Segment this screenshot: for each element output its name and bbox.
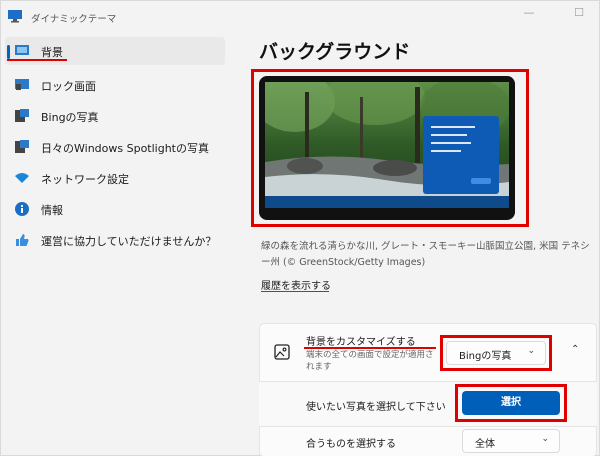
sidebar-item-info[interactable]: 情報 (5, 195, 225, 223)
chevron-down-icon: ⌄ (527, 346, 535, 356)
app-icon (8, 10, 22, 23)
lock-screen-icon (15, 79, 29, 90)
view-history-link[interactable]: 履歴を表示する (261, 277, 331, 292)
select-photo-label: 使いたい写真を選択して下さい (306, 402, 446, 413)
dropdown-value: Bingの写真 (459, 351, 512, 362)
divider (259, 426, 597, 427)
sidebar-item-bing-photo[interactable]: Bingの写真 (5, 102, 225, 130)
background-type-dropdown[interactable]: Bingの写真 ⌄ (446, 341, 546, 365)
sidebar-item-label: 背景 (41, 46, 63, 59)
sidebar-item-label: 日々のWindows Spotlightの写真 (41, 142, 209, 155)
sidebar-item-label: ネットワーク設定 (41, 173, 129, 186)
sidebar-item-network[interactable]: ネットワーク設定 (5, 164, 225, 192)
page-title: バックグラウンド (259, 41, 411, 63)
wallpaper-caption: 緑の森を流れる清らかな川, グレート・スモーキー山脈国立公園, 米国 テネシー州… (261, 241, 590, 268)
sidebar-item-label: ロック画面 (41, 80, 96, 93)
bing-photo-icon (15, 109, 29, 122)
monitor-icon (15, 45, 29, 55)
fit-dropdown[interactable]: 全体 ⌄ (462, 429, 560, 453)
sidebar-item-label: Bingの写真 (41, 111, 99, 124)
wallpaper-preview (265, 82, 509, 208)
sidebar-item-spotlight[interactable]: 日々のWindows Spotlightの写真 (5, 133, 225, 161)
active-indicator (7, 45, 10, 59)
image-icon (274, 344, 290, 360)
customize-subtitle: 端末の全ての画面で設定が適用されます (306, 350, 434, 372)
select-photo-button[interactable]: 選択 (462, 391, 560, 415)
maximize-button[interactable]: ☐ (569, 5, 589, 21)
fit-label: 合うものを選択する (306, 439, 396, 450)
minimize-button[interactable]: — (519, 5, 539, 21)
sidebar-item-feedback[interactable]: 運営に協力していただけませんか？ (5, 226, 225, 254)
title-bar: ダイナミックテーマ — ☐ (1, 1, 600, 33)
app-title: ダイナミックテーマ (31, 14, 117, 25)
thumbs-up-icon (16, 234, 29, 246)
sidebar-item-label: 情報 (41, 204, 63, 217)
sidebar-item-label: 運営に協力していただけませんか？ (41, 235, 217, 248)
spotlight-photo-icon (15, 140, 29, 153)
chevron-up-icon[interactable]: ⌃ (571, 344, 579, 355)
highlight-underline (7, 59, 67, 61)
sidebar-item-lock-screen[interactable]: ロック画面 (5, 71, 225, 99)
chevron-down-icon: ⌄ (541, 434, 549, 444)
app-window: ダイナミックテーマ — ☐ 背景 ロック画面 Bingの写真 日々のWindow… (0, 0, 600, 456)
customize-title: 背景をカスタマイズする (306, 337, 416, 348)
dropdown-value: 全体 (475, 439, 495, 450)
info-icon (15, 202, 29, 216)
wifi-icon (15, 173, 29, 183)
link-underline (261, 291, 329, 292)
